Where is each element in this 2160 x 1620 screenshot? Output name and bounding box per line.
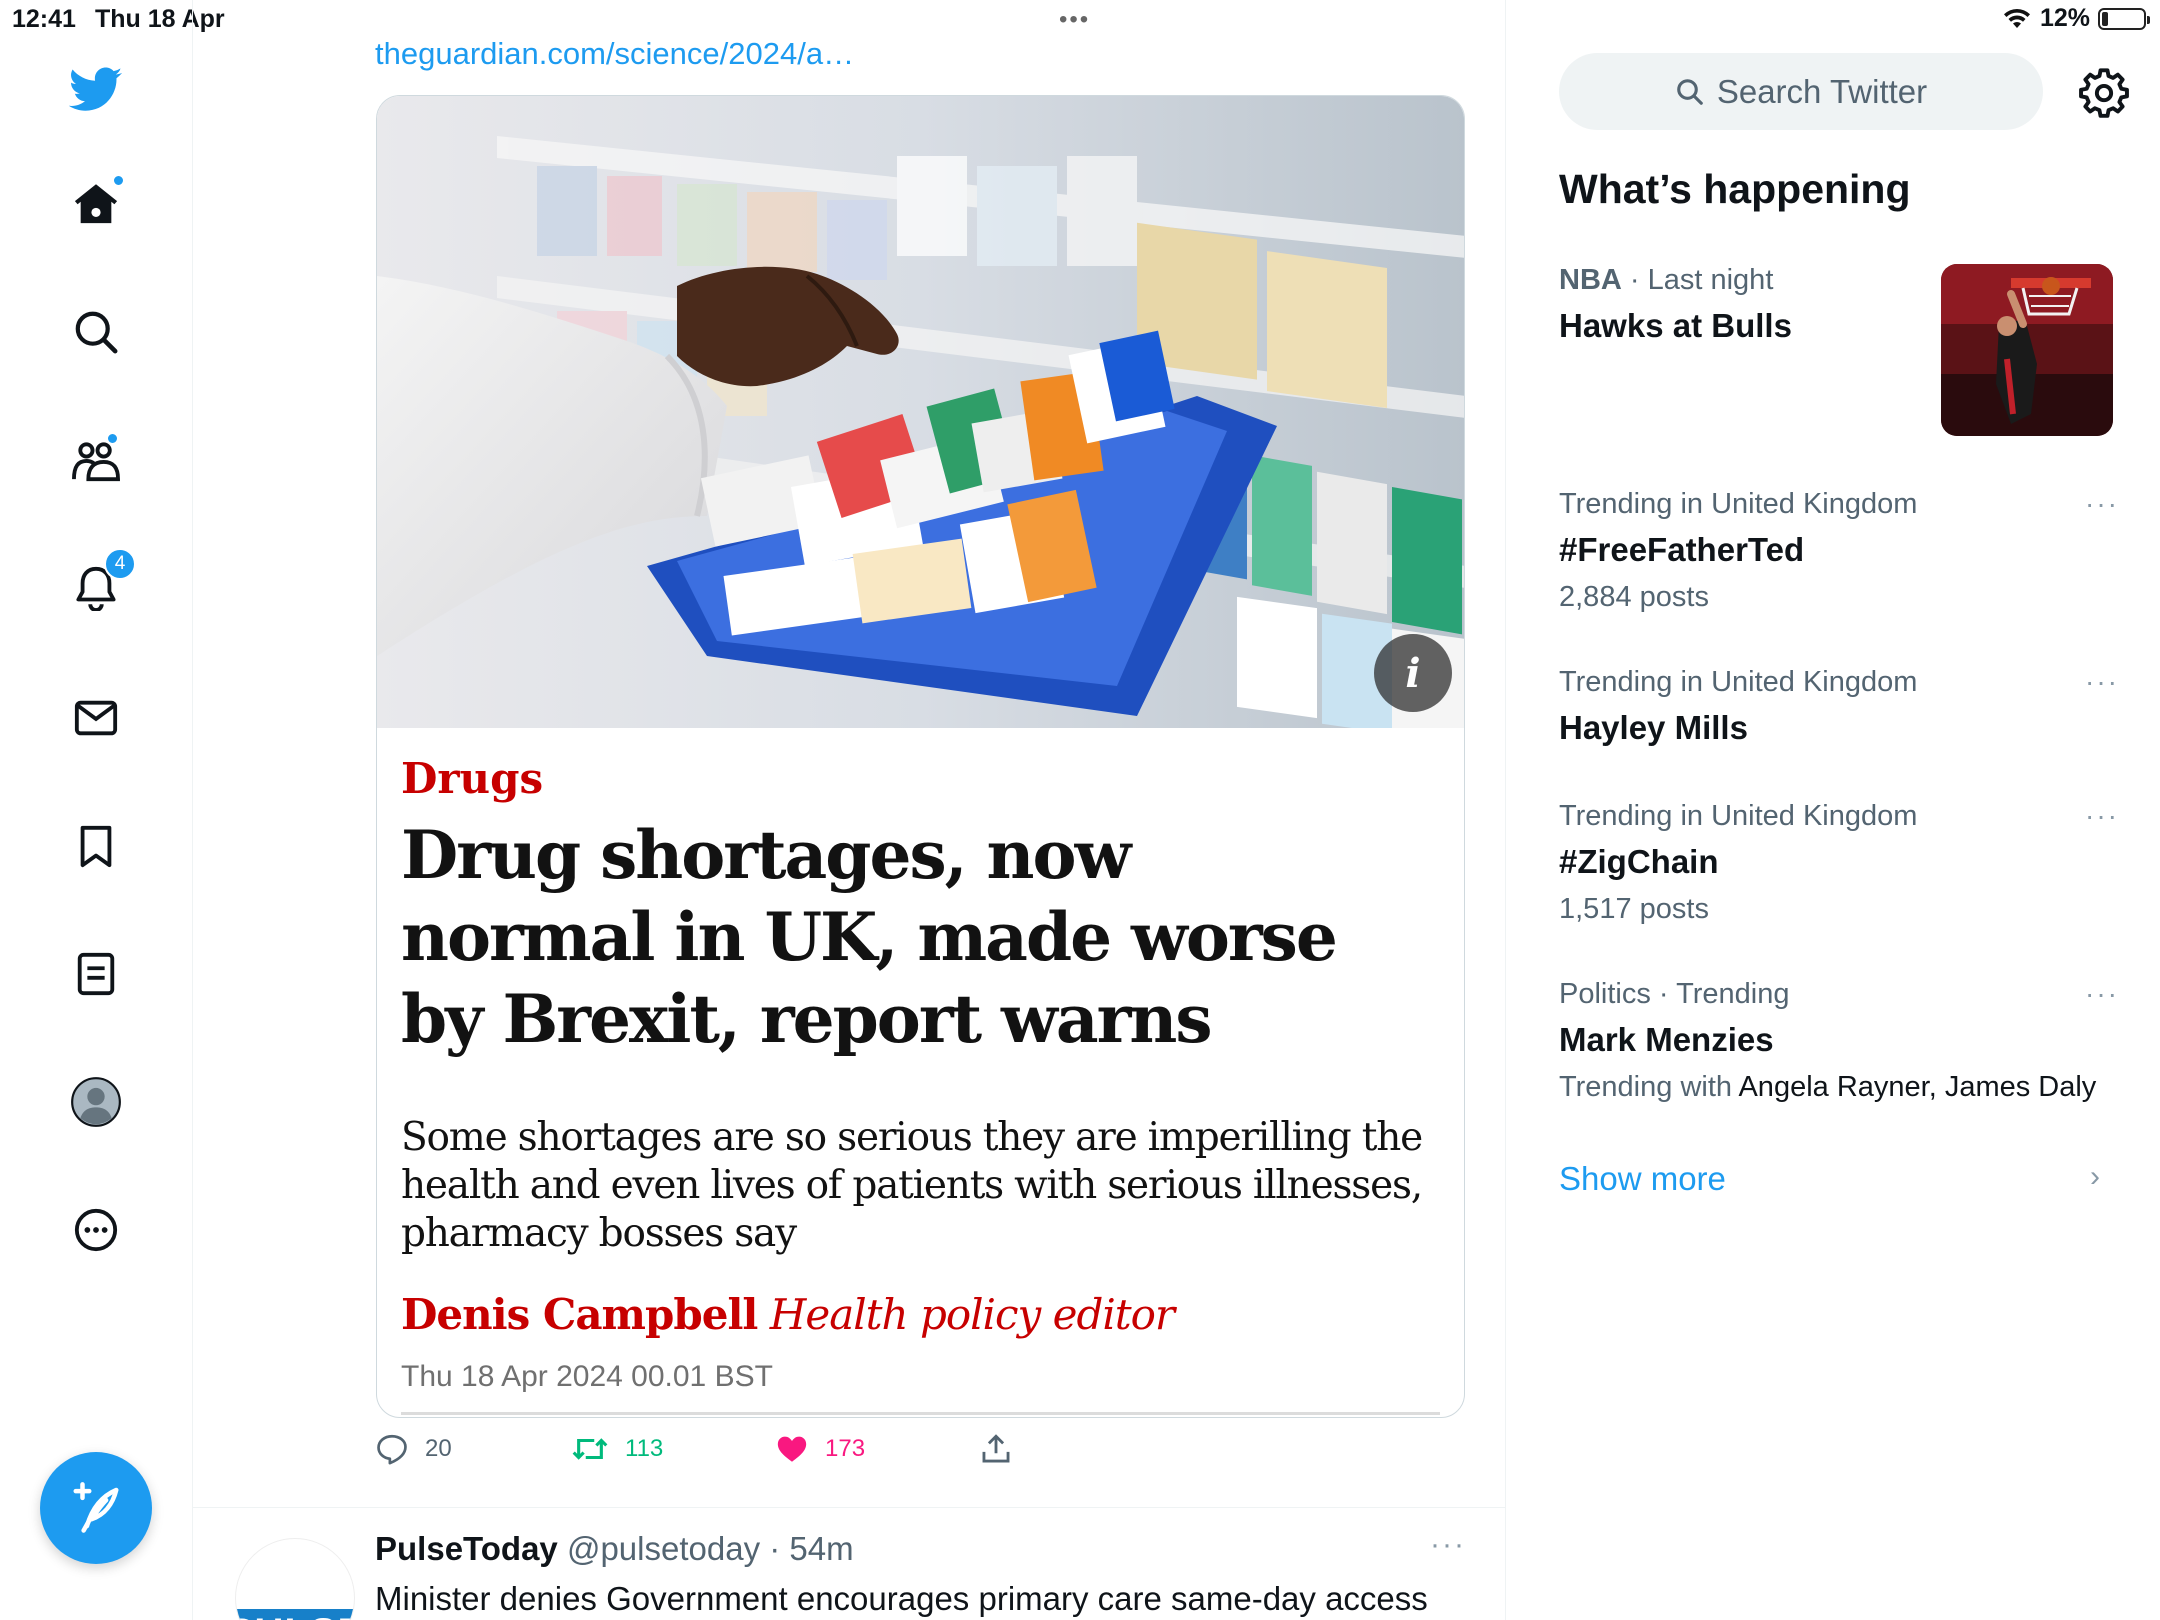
trend-meta: Trending in United Kingdom: [1559, 488, 1918, 520]
author-name: Denis Campbell: [401, 1290, 758, 1339]
trend-meta: Trending in United Kingdom: [1559, 800, 1918, 832]
settings-gear-icon[interactable]: [2078, 66, 2130, 118]
article-kicker: Drugs: [401, 754, 544, 803]
info-icon[interactable]: i: [1374, 634, 1452, 712]
trend-title: #ZigChain: [1559, 843, 1719, 880]
trend-item[interactable]: NBA · Last night Hawks at Bulls: [1559, 264, 1939, 345]
trend-title: Hawks at Bulls: [1559, 307, 1792, 344]
reply-count: 20: [425, 1435, 452, 1462]
chevron-right-icon[interactable]: ›: [2090, 1160, 2100, 1194]
article-byline: Denis Campbell Health policy editor: [401, 1290, 1175, 1339]
trend-more-icon[interactable]: ···: [2085, 978, 2119, 1010]
trend-post-count: 1,517 posts: [1559, 893, 1709, 925]
pulsetoday-avatar[interactable]: PULSE: [235, 1538, 355, 1620]
trend-item[interactable]: Trending in United Kingdom Hayley Mills …: [1559, 666, 2119, 747]
search-placeholder: Search Twitter: [1716, 72, 1928, 110]
trend-title: #FreeFatherTed: [1559, 531, 1805, 568]
share-button[interactable]: [979, 1432, 1013, 1466]
share-icon: [982, 1434, 1010, 1463]
whats-happening-title: What’s happening: [1559, 166, 1911, 212]
twitter-logo-icon[interactable]: [64, 58, 128, 122]
lists-icon[interactable]: [64, 942, 128, 1006]
tweet-actions: 20 113 173: [375, 1432, 1275, 1482]
communities-icon[interactable]: [64, 428, 128, 492]
trend-related-prefix: Trending with: [1559, 1071, 1739, 1103]
tweet-text: Minister denies Government encourages pr…: [375, 1580, 1428, 1617]
tweet-handle-time: @pulsetoday · 54m: [566, 1530, 854, 1567]
pharmacy-shelves-image: [377, 96, 1464, 728]
link-card[interactable]: i Drugs Drug shortages, now normal in UK…: [376, 95, 1465, 1418]
trend-more-icon[interactable]: ···: [2085, 666, 2119, 698]
retweet-button[interactable]: 113: [571, 1432, 663, 1466]
like-count: 173: [825, 1435, 866, 1462]
bookmarks-icon[interactable]: [64, 814, 128, 878]
basketball-dunk-image: [1941, 264, 2113, 436]
article-standfirst: Some shortages are so serious they are i…: [401, 1115, 1423, 1256]
profile-icon[interactable]: [64, 1070, 128, 1134]
notifications-badge: 4: [104, 548, 136, 580]
pulse-logo: PULSE: [236, 1609, 354, 1620]
retweet-icon: [572, 1438, 608, 1460]
article-link[interactable]: theguardian.com/science/2024/a…: [375, 36, 854, 72]
left-nav: 4: [0, 0, 193, 1620]
home-unread-dot: [112, 174, 125, 187]
search-input[interactable]: Search Twitter: [1559, 53, 2043, 130]
timeline: theguardian.com/science/2024/a… i Drugs …: [193, 0, 1506, 1620]
author-role: Health policy editor: [769, 1290, 1175, 1339]
trend-more-icon[interactable]: ···: [2085, 488, 2119, 520]
compose-tweet-button[interactable]: [40, 1452, 152, 1564]
tweet-more-icon[interactable]: ···: [1430, 1528, 1466, 1562]
article-photo[interactable]: i: [377, 96, 1464, 728]
retweet-count: 113: [625, 1435, 664, 1462]
trend-meta: Trending in United Kingdom: [1559, 666, 1918, 698]
tweet-pulsetoday[interactable]: PULSE PulseToday @pulsetoday · 54m ··· M…: [193, 1508, 1506, 1620]
tweet-header: PulseToday @pulsetoday · 54m: [375, 1530, 854, 1568]
reply-icon: [377, 1434, 407, 1465]
trend-time: · Last night: [1621, 264, 1774, 296]
communities-unread-dot: [106, 432, 119, 445]
trend-thumbnail[interactable]: [1941, 264, 2113, 436]
trend-item[interactable]: Trending in United Kingdom #ZigChain 1,5…: [1559, 800, 2119, 926]
article-headline: Drug shortages, now normal in UK, made w…: [401, 816, 1338, 1058]
explore-icon[interactable]: [64, 300, 128, 364]
heart-icon: [777, 1436, 807, 1462]
compose-feather-icon: [73, 1482, 119, 1533]
trend-meta: NBA · Last night: [1559, 264, 1939, 297]
notifications-icon[interactable]: 4: [64, 548, 136, 620]
card-divider: [401, 1412, 1440, 1415]
article-date: Thu 18 Apr 2024 00.01 BST: [401, 1360, 773, 1393]
show-more-link[interactable]: Show more: [1559, 1160, 1726, 1198]
trend-category: NBA: [1559, 264, 1622, 296]
trend-post-count: 2,884 posts: [1559, 581, 1709, 613]
search-icon: [1677, 78, 1703, 105]
trend-related: Trending with Angela Rayner, James Daly: [1559, 1071, 2119, 1104]
home-icon[interactable]: [64, 172, 128, 236]
like-button[interactable]: 173: [775, 1432, 865, 1466]
more-icon[interactable]: [64, 1198, 128, 1262]
trend-title: Mark Menzies: [1559, 1021, 1774, 1058]
trend-item[interactable]: Trending in United Kingdom #FreeFatherTe…: [1559, 488, 2119, 614]
trend-more-icon[interactable]: ···: [2085, 800, 2119, 832]
trend-title: Hayley Mills: [1559, 709, 1748, 746]
trend-meta: Politics · Trending: [1559, 978, 1790, 1010]
trend-related-names: Angela Rayner, James Daly: [1738, 1071, 2097, 1103]
right-sidebar: Search Twitter What’s happening NBA · La…: [1506, 0, 2160, 1620]
messages-icon[interactable]: [64, 686, 128, 750]
trend-item[interactable]: Politics · Trending Mark Menzies Trendin…: [1559, 978, 2119, 1104]
reply-button[interactable]: 20: [375, 1432, 452, 1466]
tweet-author-name[interactable]: PulseToday: [375, 1530, 558, 1567]
